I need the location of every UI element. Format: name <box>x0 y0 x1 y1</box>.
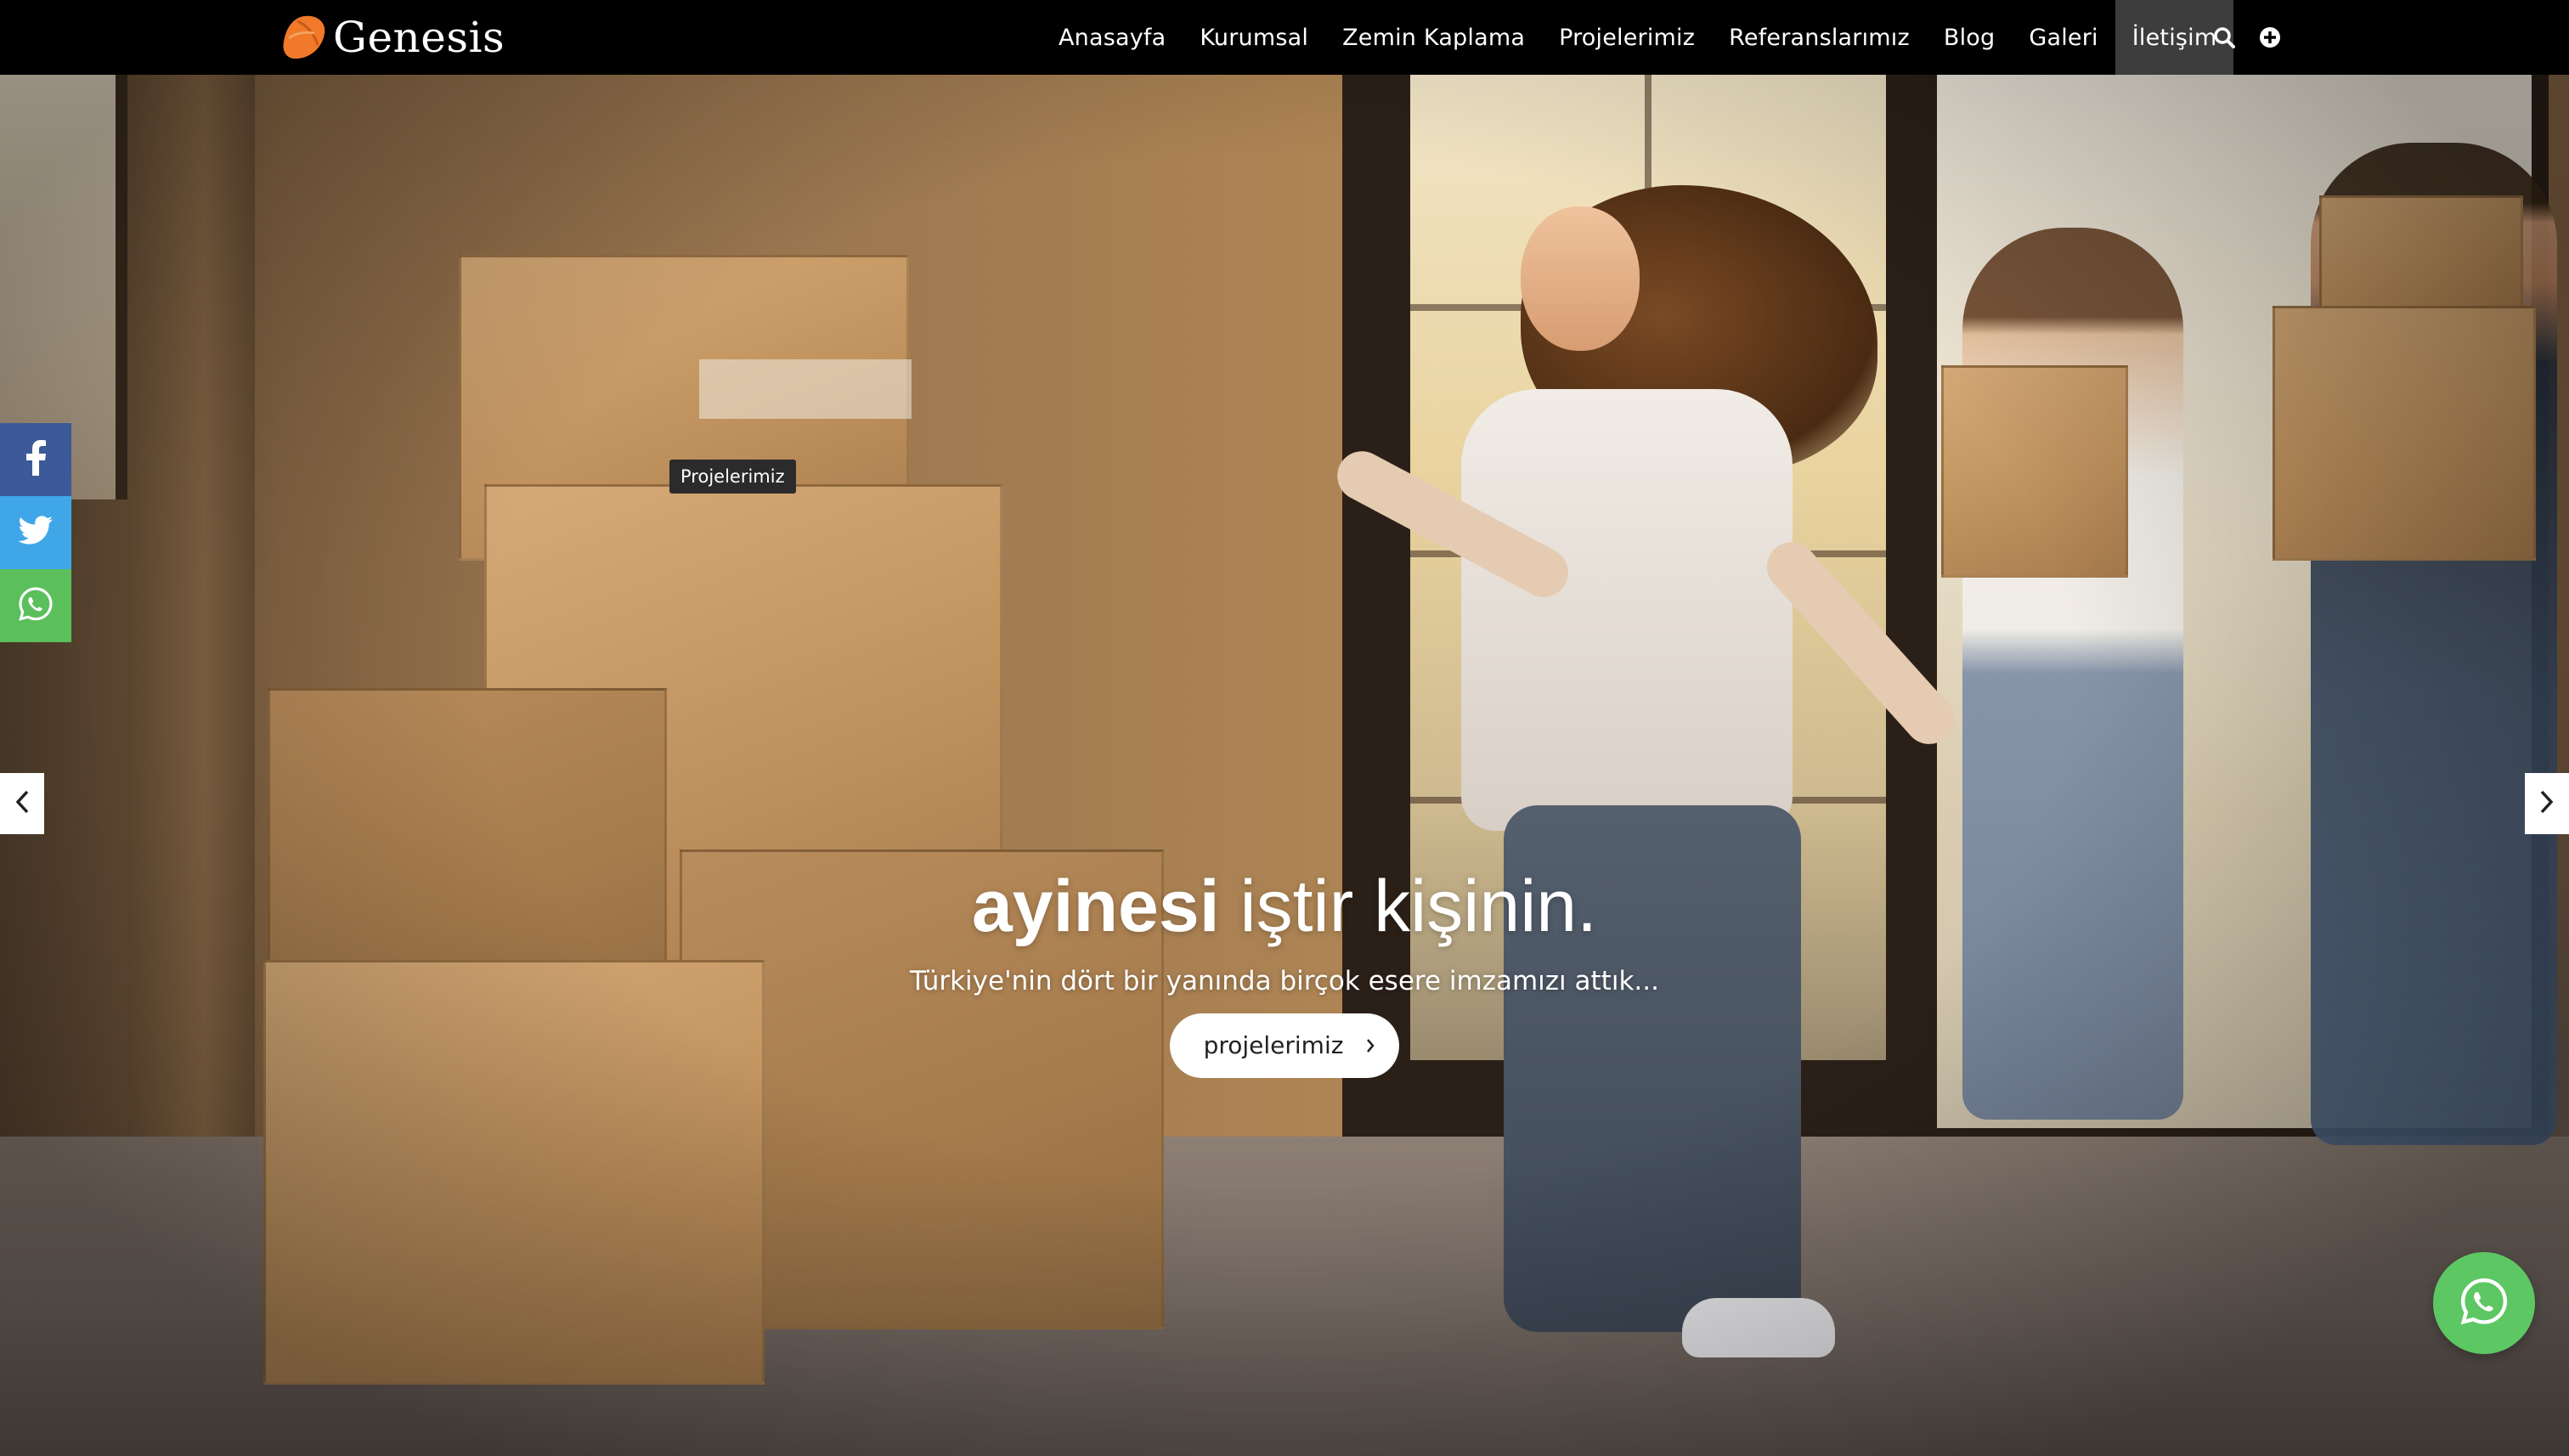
menu-item-anasayfa[interactable]: Anasayfa <box>1042 0 1183 75</box>
hero-vignette <box>0 75 2569 1456</box>
menu-item-projelerimiz[interactable]: Projelerimiz <box>1542 0 1712 75</box>
main-menu: Anasayfa Kurumsal Zemin Kaplama Projeler… <box>1042 0 2234 75</box>
whatsapp-icon <box>2459 1277 2509 1329</box>
slide-headline-light: iştir kişinin. <box>1239 866 1598 947</box>
site-logo[interactable]: Genesis <box>280 7 505 68</box>
hero-slider <box>0 75 2569 1456</box>
menu-item-zemin-kaplama[interactable]: Zemin Kaplama <box>1325 0 1542 75</box>
menu-tooltip: Projelerimiz <box>669 460 796 494</box>
top-navbar: Genesis Anasayfa Kurumsal Zemin Kaplama … <box>0 0 2569 75</box>
slider-prev-button[interactable] <box>0 773 44 834</box>
menu-item-kurumsal[interactable]: Kurumsal <box>1183 0 1325 75</box>
menu-item-blog[interactable]: Blog <box>1927 0 2012 75</box>
chevron-right-icon <box>2538 789 2555 818</box>
projelerimiz-button-label: projelerimiz <box>1203 1031 1344 1060</box>
slider-next-button[interactable] <box>2525 773 2569 834</box>
projelerimiz-button[interactable]: projelerimiz <box>1169 1013 1400 1078</box>
orange-leaf-icon <box>280 13 328 62</box>
chevron-right-icon <box>1365 1031 1375 1059</box>
facebook-share-button[interactable] <box>0 423 71 496</box>
slide-headline-bold: ayinesi <box>971 866 1220 947</box>
whatsapp-share-button[interactable] <box>0 569 71 642</box>
twitter-share-button[interactable] <box>0 496 71 569</box>
twitter-icon <box>18 516 54 550</box>
whatsapp-icon <box>18 586 54 625</box>
menu-item-galeri[interactable]: Galeri <box>2012 0 2114 75</box>
nav-icon-group <box>2212 0 2282 75</box>
plus-circle-icon[interactable] <box>2258 25 2282 49</box>
slide-subline: Türkiye'nin dört bir yanında birçok eser… <box>910 965 1659 996</box>
menu-item-referanslarimiz[interactable]: Referanslarımız <box>1712 0 1927 75</box>
slide-headline: ayinesi iştir kişinin. <box>0 866 2569 947</box>
social-share-bar <box>0 423 71 642</box>
whatsapp-chat-button[interactable] <box>2433 1252 2535 1354</box>
facebook-icon <box>23 440 48 479</box>
chevron-left-icon <box>14 789 31 818</box>
logo-text: Genesis <box>333 13 505 62</box>
slide-caption: ayinesi iştir kişinin. Türkiye'nin dört … <box>0 866 2569 1078</box>
search-icon[interactable] <box>2212 25 2236 49</box>
